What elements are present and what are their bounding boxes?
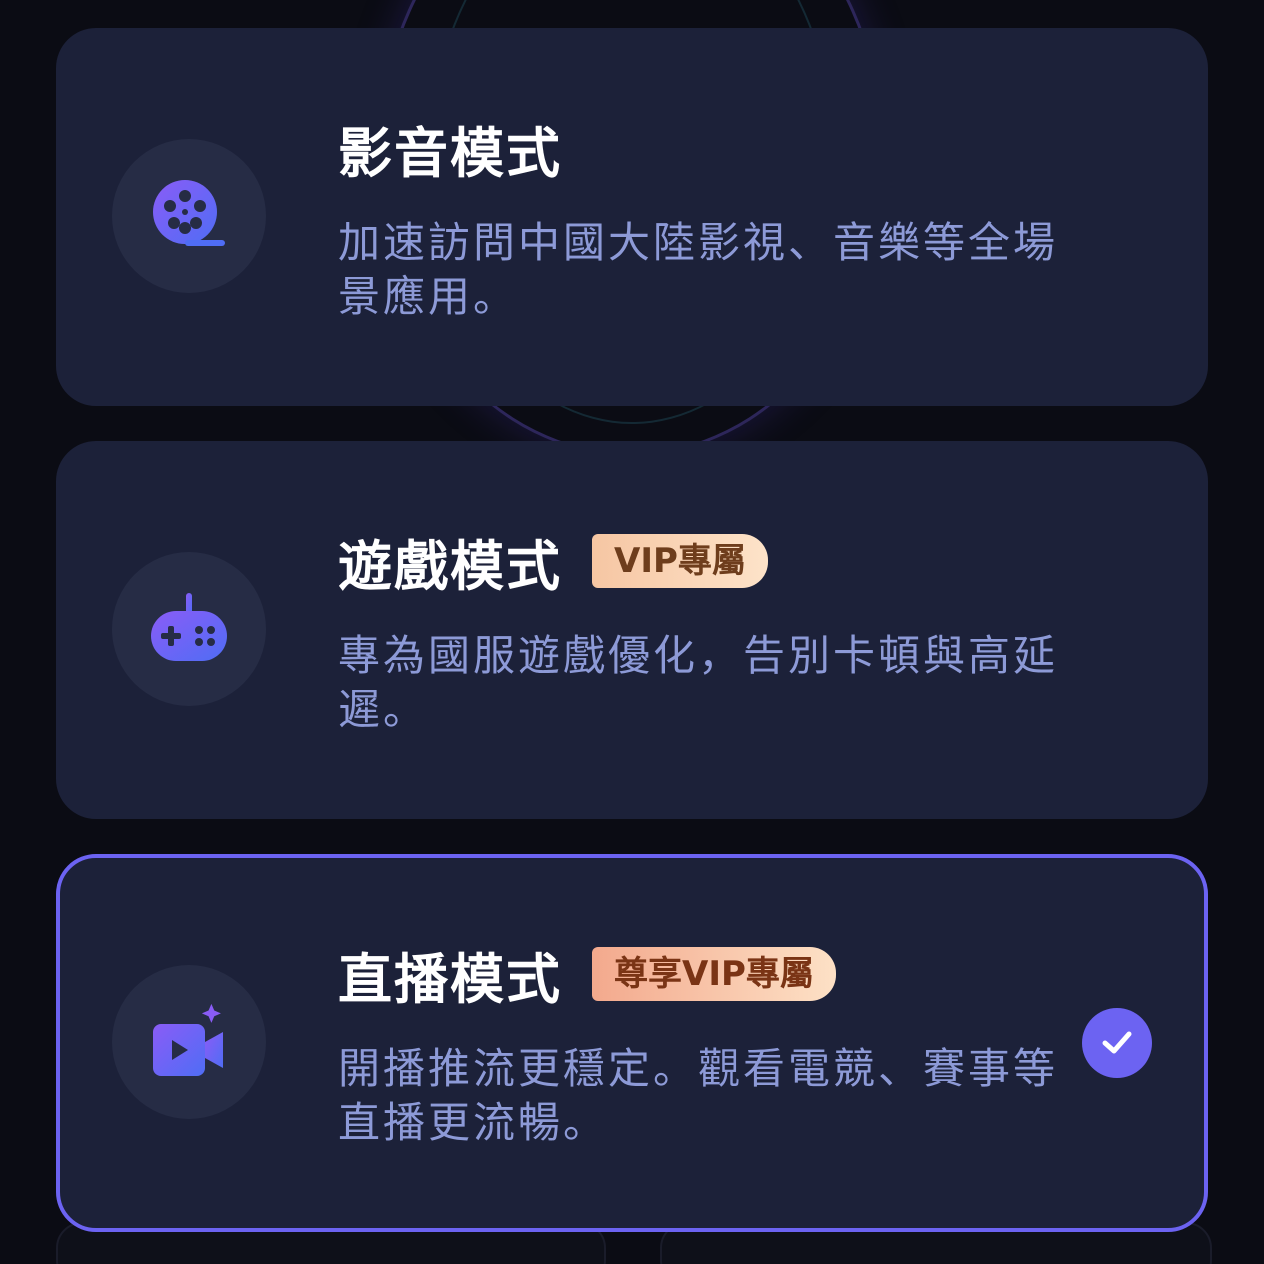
- mode-description: 開播推流更穩定。觀看電競、賽事等直播更流暢。: [338, 1044, 1059, 1147]
- mode-title: 直播模式: [338, 947, 562, 1011]
- mode-title: 影音模式: [338, 121, 562, 185]
- premium-vip-badge: 尊享VIP專屬: [592, 947, 836, 1001]
- mode-description: 加速訪問中國大陸影視、音樂等全場景應用。: [338, 218, 1059, 321]
- mode-title: 遊戲模式: [338, 534, 562, 598]
- title-row: 直播模式 尊享VIP專屬: [338, 940, 836, 1011]
- gamepad-icon: [151, 593, 227, 661]
- title-row: 遊戲模式 VIP專屬: [338, 527, 768, 598]
- selected-check-icon: [1082, 1008, 1152, 1078]
- mode-card-game[interactable]: 遊戲模式 VIP專屬 專為國服遊戲優化，告別卡頓與高延遲。: [56, 441, 1208, 819]
- icon-circle: [112, 552, 266, 706]
- film-reel-icon: [153, 180, 225, 246]
- mode-selection-screen: 影音模式 加速訪問中國大陸影視、音樂等全場景應用。 遊戲模式 VIP專屬 專為國…: [0, 0, 1264, 1264]
- mode-card-live[interactable]: 直播模式 尊享VIP專屬 開播推流更穩定。觀看電競、賽事等直播更流暢。: [56, 854, 1208, 1232]
- mode-card-media[interactable]: 影音模式 加速訪問中國大陸影視、音樂等全場景應用。: [56, 28, 1208, 406]
- video-camera-icon: [153, 1003, 223, 1076]
- icon-circle: [112, 139, 266, 293]
- mode-description: 專為國服遊戲優化，告別卡頓與高延遲。: [338, 631, 1059, 734]
- title-row: 影音模式: [338, 114, 562, 185]
- icon-circle: [112, 965, 266, 1119]
- vip-badge: VIP專屬: [592, 534, 768, 588]
